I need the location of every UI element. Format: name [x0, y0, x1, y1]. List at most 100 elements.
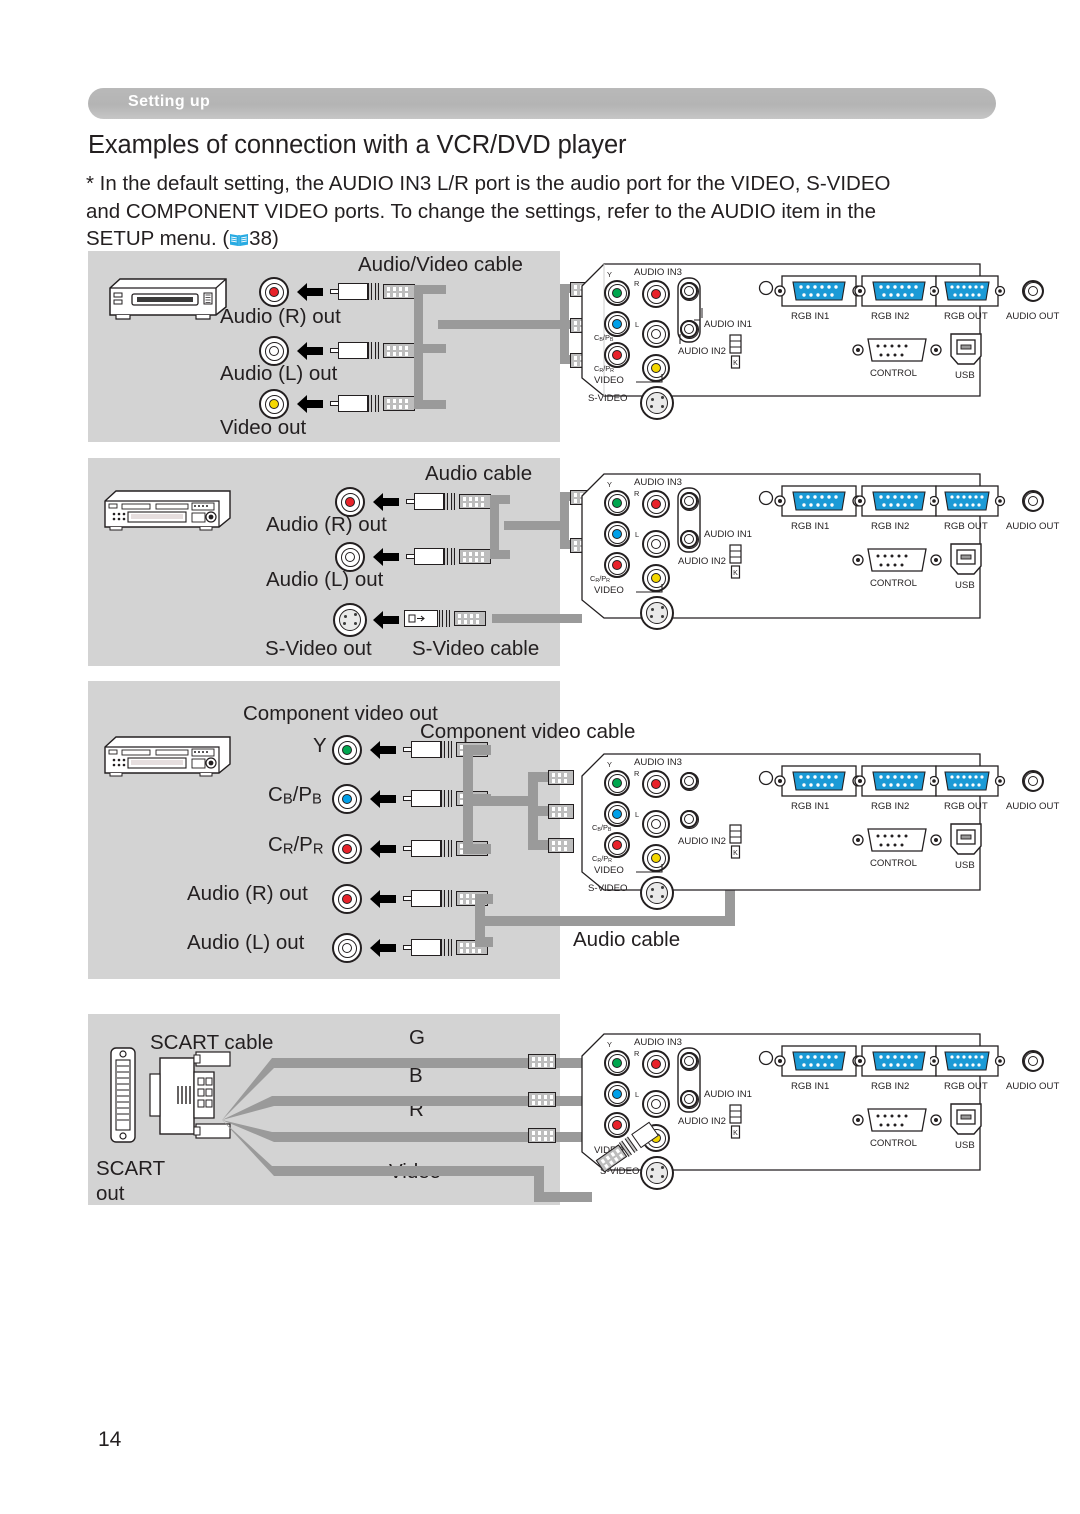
port-y[interactable]	[604, 1050, 630, 1076]
port-rgb-out[interactable]	[930, 1044, 1006, 1080]
chapter-label: Setting up	[128, 93, 211, 110]
cable-label-audio: Audio cable	[425, 462, 533, 485]
port-audio-in3-l[interactable]	[642, 810, 670, 838]
output-label-s-video: S-Video out	[265, 637, 372, 660]
cable-run	[438, 320, 568, 329]
port-usb[interactable]	[946, 1102, 986, 1142]
port-y[interactable]	[604, 770, 630, 796]
rca-jack-blue	[332, 784, 362, 814]
port-audio-out[interactable]	[1022, 280, 1044, 302]
projector-port-panel: Y CR/PR AUDIO IN3 R L VIDEO AUDIO IN1 AU…	[578, 468, 1059, 638]
cable-run	[414, 400, 446, 409]
port-audio-out[interactable]	[1022, 1050, 1044, 1072]
port-label-audio-out: AUDIO OUT	[1006, 311, 1060, 322]
port-y[interactable]	[604, 490, 630, 516]
port-control[interactable]	[852, 334, 942, 368]
port-label-audio-in2: AUDIO IN2	[678, 346, 726, 357]
chapter-header-bar: Setting up	[88, 88, 996, 119]
footnote: * In the default setting, the AUDIO IN3 …	[86, 170, 991, 253]
output-label-audio-l: Audio (L) out	[220, 362, 338, 385]
port-label-audio-in3: AUDIO IN3	[634, 757, 682, 768]
port-rgb-out[interactable]	[930, 484, 1006, 520]
port-label-audio-in1: AUDIO IN1	[704, 319, 752, 330]
port-label-rgb-in1: RGB IN1	[791, 311, 830, 322]
port-audio-in3-r[interactable]	[642, 770, 670, 798]
port-label-cr-pr: CR/PR	[594, 364, 615, 374]
port-usb[interactable]	[946, 332, 986, 372]
port-audio-in3-r[interactable]	[642, 280, 670, 308]
arrow-left-icon	[373, 611, 399, 629]
port-label-audio-in3-r: R	[634, 1049, 640, 1058]
dvd-device-illustration	[104, 490, 231, 531]
port-control[interactable]	[852, 544, 942, 578]
port-audio-in1[interactable]	[679, 771, 699, 791]
footnote-reference-page: 38	[249, 227, 272, 250]
port-audio-out[interactable]	[1022, 770, 1044, 792]
arrow-left-icon	[370, 840, 396, 858]
port-label-audio-in3: AUDIO IN3	[634, 267, 682, 278]
port-audio-in3-r[interactable]	[642, 490, 670, 518]
port-rgb-in1[interactable]	[774, 764, 864, 800]
port-control[interactable]	[852, 1104, 942, 1138]
port-rgb-in1[interactable]	[774, 484, 864, 520]
output-label-audio-r: Audio (R) out	[266, 513, 387, 536]
dvd-device-illustration	[104, 736, 231, 777]
port-label-rgb-in2: RGB IN2	[871, 801, 910, 812]
manual-page: Setting up Examples of connection with a…	[0, 0, 1080, 1514]
port-label-y: Y	[607, 760, 612, 769]
port-rgb-in1[interactable]	[774, 274, 864, 310]
arrow-left-icon	[373, 493, 399, 511]
port-rgb-out[interactable]	[930, 274, 1006, 310]
cable-run	[492, 614, 582, 623]
panel-screw-hole	[758, 280, 774, 296]
port-label-usb: USB	[955, 370, 975, 381]
port-audio-out[interactable]	[1022, 490, 1044, 512]
port-label-audio-in1: AUDIO IN1	[704, 1089, 752, 1100]
port-audio-in1[interactable]	[679, 281, 699, 301]
port-audio-in3-r[interactable]	[642, 1050, 670, 1078]
footnote-line-1: * In the default setting, the AUDIO IN3 …	[86, 172, 891, 195]
port-cb-pb[interactable]	[604, 1081, 630, 1107]
output-label-audio-l: Audio (L) out	[187, 931, 305, 954]
port-audio-in3-l[interactable]	[642, 320, 670, 348]
page-number: 14	[98, 1428, 122, 1451]
port-s-video[interactable]	[640, 1156, 674, 1190]
port-usb[interactable]	[946, 542, 986, 582]
port-control[interactable]	[852, 824, 942, 858]
port-rgb-in1[interactable]	[774, 1044, 864, 1080]
cable-label-audio: Audio cable	[573, 928, 681, 951]
port-audio-in1[interactable]	[679, 491, 699, 511]
page-title: Examples of connection with a VCR/DVD pl…	[88, 131, 627, 159]
port-label-usb: USB	[955, 580, 975, 591]
port-label-usb: USB	[955, 1140, 975, 1151]
port-cb-pb[interactable]	[604, 521, 630, 547]
svg-text:K: K	[733, 570, 738, 577]
arrow-left-icon	[370, 790, 396, 808]
vga-lead-plug	[528, 1091, 568, 1108]
port-rgb-out[interactable]	[930, 764, 1006, 800]
port-s-video[interactable]	[640, 596, 674, 630]
arrow-left-icon	[297, 395, 323, 413]
port-audio-in2[interactable]	[679, 809, 699, 829]
port-audio-in2[interactable]	[679, 1089, 699, 1109]
footnote-line-2: and COMPONENT VIDEO ports. To change the…	[86, 199, 876, 223]
cable-run	[490, 495, 499, 557]
port-y[interactable]	[604, 280, 630, 306]
arrow-left-icon	[297, 342, 323, 360]
port-label-cb-pb: CB/PB	[592, 823, 612, 833]
panel-screw-hole	[758, 1050, 774, 1066]
port-s-video[interactable]	[640, 386, 674, 420]
port-label-y: Y	[607, 480, 612, 489]
port-label-audio-out: AUDIO OUT	[1006, 801, 1060, 812]
port-label-rgb-in1: RGB IN1	[791, 521, 830, 532]
arrow-left-icon	[373, 548, 399, 566]
port-audio-in2[interactable]	[679, 529, 699, 549]
port-label-cr-pr: CR/PR	[590, 574, 611, 584]
port-cr-pr[interactable]	[604, 1112, 630, 1138]
port-audio-in3-l[interactable]	[642, 530, 670, 558]
port-s-video[interactable]	[640, 876, 674, 910]
port-audio-in1[interactable]	[679, 1051, 699, 1071]
port-label-audio-in3-l: L	[635, 530, 640, 539]
port-usb[interactable]	[946, 822, 986, 862]
port-audio-in3-l[interactable]	[642, 1090, 670, 1118]
